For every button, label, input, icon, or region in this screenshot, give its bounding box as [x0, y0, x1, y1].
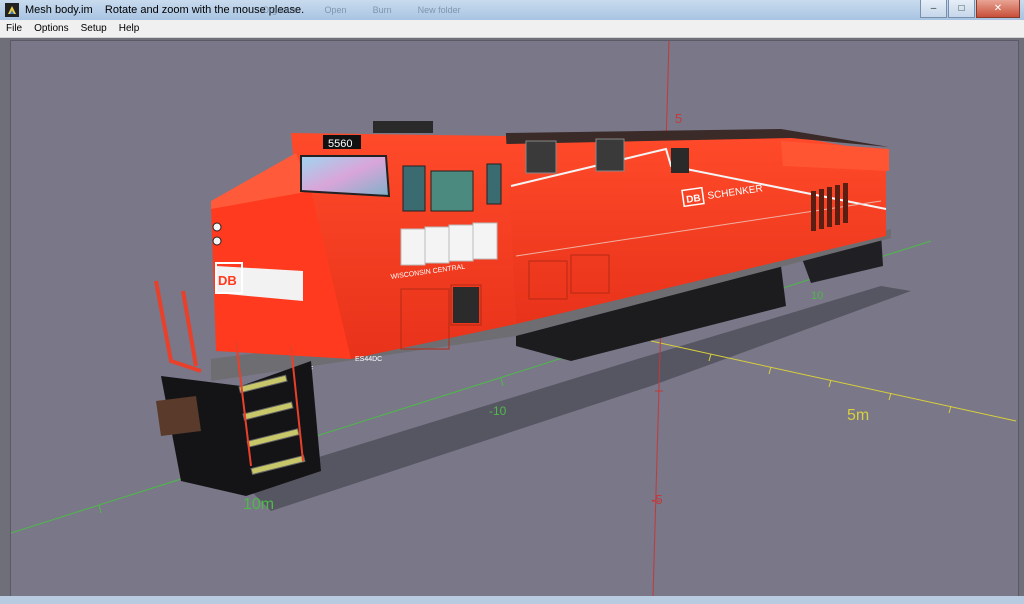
window-title-name: Mesh body.im — [25, 4, 93, 16]
background-explorer-toolbar: Organize Open Burn New folder — [262, 0, 461, 20]
hood-louver — [671, 148, 689, 173]
menu-bar: File Options Setup Help — [0, 20, 1024, 38]
axis-x-ticks — [708, 353, 952, 414]
roof-equipment — [373, 121, 433, 133]
close-button[interactable]: ✕ — [976, 0, 1020, 18]
hood-louver — [525, 140, 557, 174]
front-handrail — [181, 290, 198, 367]
headlight — [212, 222, 222, 232]
menu-options[interactable]: Options — [28, 23, 74, 34]
coupler — [156, 396, 201, 436]
menu-file[interactable]: File — [0, 23, 28, 34]
cab-side-window — [402, 165, 426, 212]
maximize-button[interactable]: □ — [948, 0, 975, 18]
axis-x — [650, 340, 1017, 422]
db-logo: DB — [686, 193, 702, 206]
axis-z-negative-label: -5 — [651, 492, 663, 507]
menu-setup[interactable]: Setup — [75, 23, 113, 34]
ghost-item: Open — [324, 5, 347, 15]
nose-logo: DB — [218, 273, 237, 288]
model-designation: ES44DC — [355, 356, 382, 363]
cab-side-window — [486, 163, 502, 205]
grille — [453, 287, 479, 323]
scene-canvas[interactable]: 5 -5 5m 10m -10 10 5560 WISCONSIN CENTRA… — [11, 41, 1018, 596]
3d-viewport[interactable]: 5 -5 5m 10m -10 10 5560 WISCONSIN CENTRA… — [10, 40, 1019, 597]
axis-z-positive-label: 5 — [675, 111, 682, 126]
app-window: Mesh body.im Rotate and zoom with the mo… — [0, 0, 1024, 604]
window-controls: – □ ✕ — [920, 0, 1020, 18]
axis-x-positive-label: 5m — [847, 407, 869, 424]
white-panels — [400, 222, 498, 266]
minimize-button[interactable]: – — [920, 0, 947, 18]
axis-y-near-label: 10m — [243, 496, 274, 513]
ghost-item: New folder — [417, 5, 461, 15]
cab-side-window — [430, 170, 474, 212]
cab-windshield — [300, 155, 391, 198]
title-bar[interactable]: Mesh body.im Rotate and zoom with the mo… — [0, 0, 1024, 20]
locomotive-model[interactable]: 5560 WISCONSIN CENTRAL ES44DC DB SCHENKE… — [154, 121, 891, 496]
menu-help[interactable]: Help — [113, 23, 146, 34]
app-icon — [5, 3, 19, 17]
number-board-text: 5560 — [328, 138, 352, 150]
axis-y-far-label: 10 — [811, 290, 823, 302]
hood-louver — [595, 138, 625, 172]
window-bottom-border — [0, 596, 1024, 604]
ghost-item: Burn — [372, 5, 392, 15]
headlight — [212, 236, 222, 246]
axis-y-mid-label: -10 — [489, 404, 507, 418]
ghost-item: Organize — [262, 5, 299, 15]
